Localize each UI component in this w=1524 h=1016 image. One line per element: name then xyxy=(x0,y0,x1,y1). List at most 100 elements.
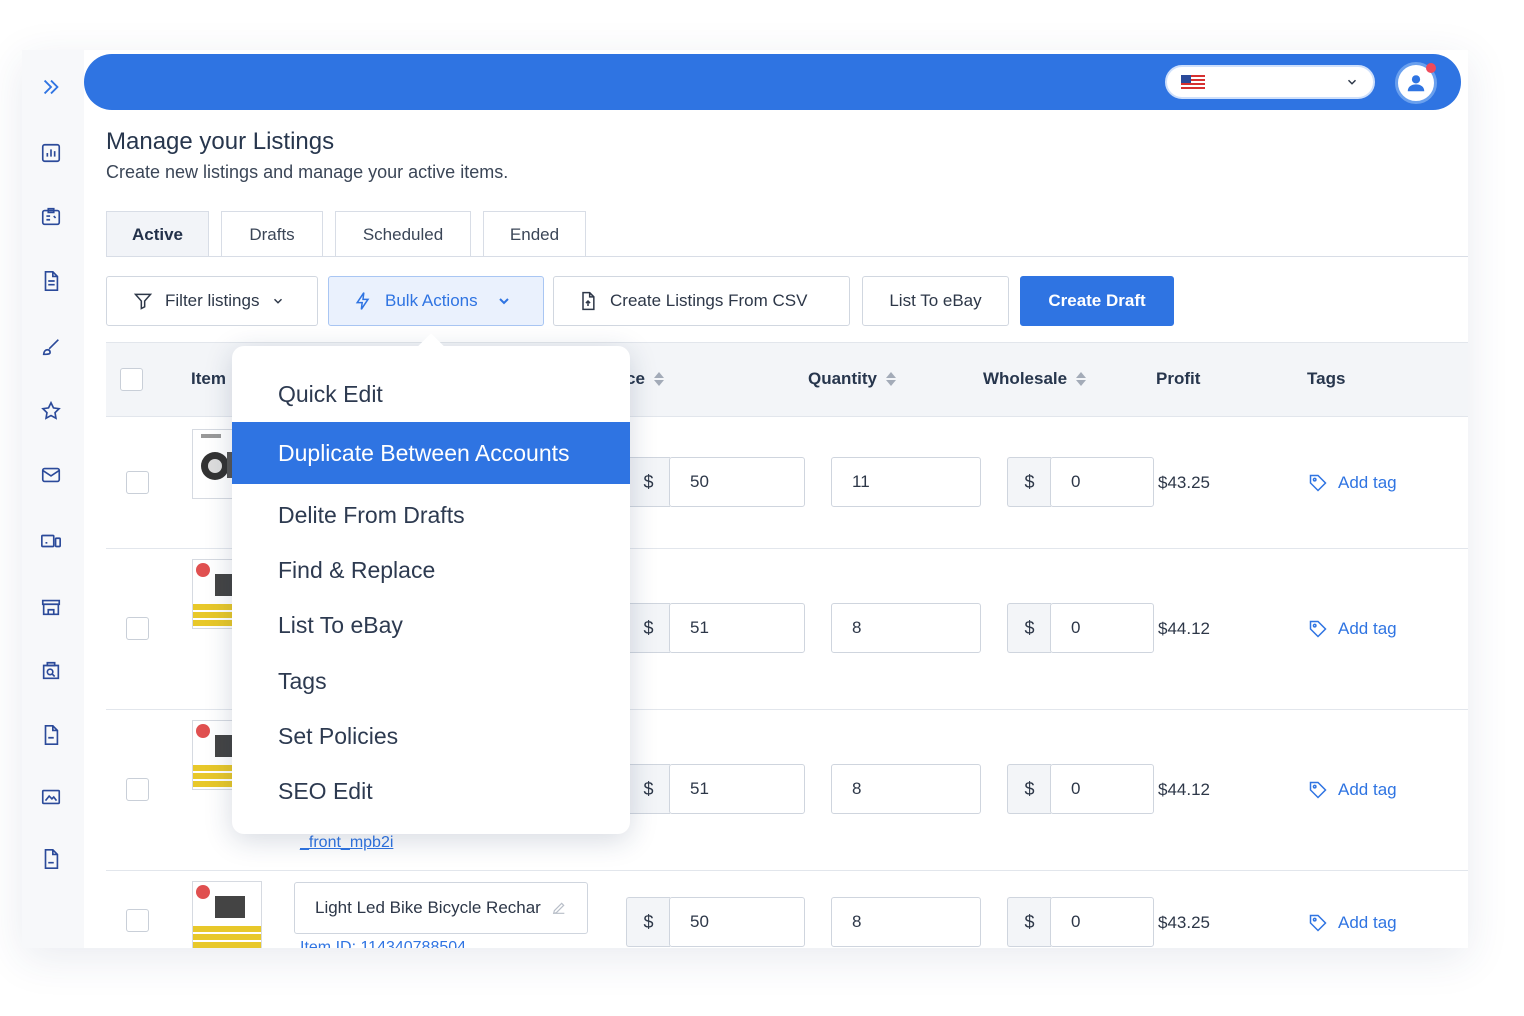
currency-prefix: $ xyxy=(1007,457,1051,507)
csv-icon[interactable] xyxy=(39,847,63,871)
mail-icon[interactable] xyxy=(39,463,63,487)
row-checkbox[interactable] xyxy=(126,778,149,801)
tag-icon xyxy=(1309,781,1327,799)
sort-icon xyxy=(653,372,664,386)
image-icon[interactable] xyxy=(39,785,63,809)
price-input[interactable]: 51 xyxy=(669,603,805,653)
add-tag-label: Add tag xyxy=(1338,473,1397,492)
menu-item-set-policies[interactable]: Set Policies xyxy=(232,705,630,767)
wholesale-input[interactable]: 0 xyxy=(1050,764,1154,814)
quantity-input[interactable]: 8 xyxy=(831,764,981,814)
star-icon[interactable] xyxy=(39,399,63,423)
pencil-icon[interactable] xyxy=(551,900,567,916)
tag-icon xyxy=(1309,620,1327,638)
clipboard-icon[interactable] xyxy=(39,205,63,229)
chevron-down-icon xyxy=(498,298,509,305)
add-tag-button[interactable]: Add tag xyxy=(1308,913,1397,933)
expand-icon[interactable] xyxy=(39,75,63,99)
list-to-ebay-button[interactable]: List To eBay xyxy=(862,276,1009,326)
add-tag-button[interactable]: Add tag xyxy=(1308,780,1397,800)
column-wholesale-label: Wholesale xyxy=(983,369,1068,388)
bulk-actions-button[interactable]: Bulk Actions xyxy=(328,276,544,326)
menu-item-quick-edit[interactable]: Quick Edit xyxy=(232,363,630,425)
wholesale-input[interactable]: 0 xyxy=(1050,897,1154,947)
filter-icon xyxy=(133,293,153,310)
currency-prefix: $ xyxy=(1007,897,1051,947)
currency-prefix: $ xyxy=(626,897,670,947)
menu-item-tags[interactable]: Tags xyxy=(232,650,630,712)
menu-item-seo-edit[interactable]: SEO Edit xyxy=(232,760,630,822)
item-id-link[interactable]: Item ID: 114340788504 xyxy=(300,939,466,948)
sort-icon xyxy=(885,372,896,386)
chevron-down-icon xyxy=(1347,79,1357,85)
store-icon[interactable] xyxy=(39,595,63,619)
quantity-input[interactable]: 8 xyxy=(831,603,981,653)
tab-scheduled[interactable]: Scheduled xyxy=(335,211,471,257)
quantity-input[interactable]: 8 xyxy=(831,897,981,947)
profit-value: $44.12 xyxy=(1158,619,1210,638)
column-quantity-label: Quantity xyxy=(808,369,877,388)
price-input[interactable]: 50 xyxy=(669,457,805,507)
list-to-ebay-label: List To eBay xyxy=(889,291,982,310)
analytics-icon[interactable] xyxy=(39,141,63,165)
brush-icon[interactable] xyxy=(39,335,63,359)
tab-active[interactable]: Active xyxy=(106,211,209,257)
menu-item-find-replace[interactable]: Find & Replace xyxy=(232,539,630,601)
tag-icon xyxy=(1309,914,1327,932)
column-item[interactable]: Item xyxy=(191,369,226,389)
language-select[interactable] xyxy=(1165,65,1375,99)
column-wholesale[interactable]: Wholesale xyxy=(983,369,1087,389)
top-bar xyxy=(84,54,1461,110)
price-input[interactable]: 51 xyxy=(669,764,805,814)
title-input[interactable]: Light Led Bike Bicycle Rechar xyxy=(294,882,588,934)
currency-prefix: $ xyxy=(1007,603,1051,653)
column-quantity[interactable]: Quantity xyxy=(808,369,897,389)
document-icon[interactable] xyxy=(39,269,63,293)
select-all-checkbox[interactable] xyxy=(120,368,143,391)
sort-icon xyxy=(1076,372,1087,386)
tab-drafts[interactable]: Drafts xyxy=(221,211,323,257)
app-frame: Manage your Listings Create new listings… xyxy=(22,50,1468,948)
table-row: Light Led Bike Bicycle Rechar Item ID: 1… xyxy=(106,871,1468,948)
wholesale-input[interactable]: 0 xyxy=(1050,457,1154,507)
menu-item-delete-from-drafts[interactable]: Delite From Drafts xyxy=(232,484,630,546)
create-draft-button[interactable]: Create Draft xyxy=(1020,276,1174,326)
tabs-divider xyxy=(106,256,1468,257)
search-doc-icon[interactable] xyxy=(39,659,63,683)
currency-prefix: $ xyxy=(1007,764,1051,814)
csv-label: Create Listings From CSV xyxy=(610,291,808,310)
page-subtitle: Create new listings and manage your acti… xyxy=(106,162,509,182)
row-checkbox[interactable] xyxy=(126,909,149,932)
row-checkbox[interactable] xyxy=(126,471,149,494)
column-profit-label: Profit xyxy=(1156,369,1201,388)
create-draft-label: Create Draft xyxy=(1048,291,1146,310)
quantity-input[interactable]: 11 xyxy=(831,457,981,507)
menu-item-list-to-ebay[interactable]: List To eBay xyxy=(232,594,630,656)
file-upload-icon xyxy=(582,291,595,311)
filter-label: Filter listings xyxy=(165,291,260,310)
sidebar xyxy=(22,50,84,948)
create-from-csv-button[interactable]: Create Listings From CSV xyxy=(553,276,850,326)
product-thumbnail[interactable] xyxy=(192,881,262,948)
page-title: Manage your Listings xyxy=(106,128,335,155)
bulk-actions-menu: Quick Edit Duplicate Between Accounts De… xyxy=(232,346,630,834)
tab-ended[interactable]: Ended xyxy=(483,211,586,257)
currency-prefix: $ xyxy=(626,457,670,507)
wholesale-input[interactable]: 0 xyxy=(1050,603,1154,653)
pdf-icon[interactable] xyxy=(39,723,63,747)
add-tag-label: Add tag xyxy=(1338,619,1397,638)
price-input[interactable]: 50 xyxy=(669,897,805,947)
add-tag-button[interactable]: Add tag xyxy=(1308,473,1397,493)
item-link[interactable]: _front_mpb2i xyxy=(300,834,393,852)
currency-prefix: $ xyxy=(626,764,670,814)
menu-item-duplicate-between-accounts[interactable]: Duplicate Between Accounts xyxy=(232,422,630,484)
column-price[interactable]: ce xyxy=(626,369,665,389)
lightning-icon xyxy=(355,292,370,310)
add-tag-button[interactable]: Add tag xyxy=(1308,619,1397,639)
devices-icon[interactable] xyxy=(39,529,63,553)
filter-listings-button[interactable]: Filter listings xyxy=(106,276,318,326)
row-checkbox[interactable] xyxy=(126,617,149,640)
add-tag-label: Add tag xyxy=(1338,780,1397,799)
notification-dot xyxy=(1426,63,1436,73)
user-avatar[interactable] xyxy=(1395,62,1437,104)
